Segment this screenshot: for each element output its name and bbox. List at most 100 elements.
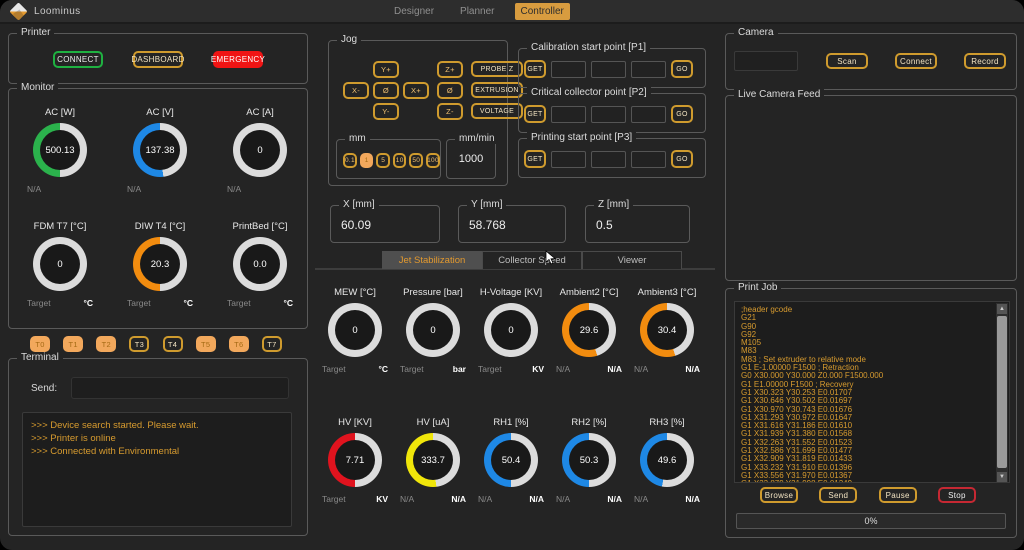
p2-go-button[interactable]: GO <box>671 105 693 123</box>
jog-x-plus-button[interactable]: X+ <box>403 82 429 99</box>
tab-viewer[interactable]: Viewer <box>582 251 682 269</box>
gauge-label: RH2 [%] <box>571 417 606 428</box>
camera-scan-button[interactable]: Scan <box>826 53 868 69</box>
gauge-value: 29.6 <box>569 310 609 350</box>
emergency-button[interactable]: EMERGENCY <box>213 51 263 68</box>
camera-buttons: Scan Connect Record <box>826 53 1006 69</box>
jog-step-title: mm <box>345 133 370 144</box>
app-title: Loominus <box>34 6 81 17</box>
gcode-scrollbar[interactable]: ▲ ▼ <box>996 303 1008 483</box>
stop-button[interactable]: Stop <box>938 487 976 503</box>
tool-t5-button[interactable]: T5 <box>196 336 216 352</box>
gauge-label: HV [uA] <box>417 417 450 428</box>
tool-t3-button[interactable]: T3 <box>129 336 149 352</box>
monitor-panel-title: Monitor <box>17 82 58 93</box>
p3-go-button[interactable]: GO <box>671 150 693 168</box>
gauge-value: 50.4 <box>491 440 531 480</box>
calibration-p3-title: Printing start point [P3] <box>527 132 636 143</box>
browse-button[interactable]: Browse <box>760 487 798 503</box>
terminal-panel: Terminal Send: >>> Device search started… <box>8 358 308 536</box>
tab-collector-speed[interactable]: Collector Speed <box>482 251 582 269</box>
scrollbar-down-arrow-icon[interactable]: ▼ <box>997 472 1007 482</box>
p2-get-button[interactable]: GET <box>524 105 546 123</box>
gauge-label: DIW T4 [°C] <box>135 221 186 232</box>
terminal-send-input[interactable] <box>71 377 289 399</box>
step-100-button[interactable]: 100 <box>426 153 440 168</box>
p2-y-field[interactable] <box>591 106 626 123</box>
tool-t4-button[interactable]: T4 <box>163 336 183 352</box>
jog-y-minus-button[interactable]: Y- <box>373 103 399 120</box>
tool-t1-button[interactable]: T1 <box>63 336 83 352</box>
voltage-button[interactable]: VOLTAGE <box>471 103 523 119</box>
step-0-1-button[interactable]: 0.1 <box>343 153 357 168</box>
p1-get-button[interactable]: GET <box>524 60 546 78</box>
gauge-value: 20.3 <box>140 244 180 284</box>
scrollbar-thumb[interactable] <box>997 316 1007 468</box>
nav-item-planner[interactable]: Planner <box>454 3 500 20</box>
camera-connect-button[interactable]: Connect <box>895 53 937 69</box>
tool-t6-button[interactable]: T6 <box>229 336 249 352</box>
app-logo-icon <box>9 2 27 20</box>
jog-y-plus-button[interactable]: Y+ <box>373 61 399 78</box>
p1-z-field[interactable] <box>631 61 666 78</box>
nav-item-controller[interactable]: Controller <box>515 3 570 20</box>
monitor-panel: Monitor AC [W]500.13N/AAC [V]137.38N/AAC… <box>8 88 308 329</box>
gauge-mew-c: MEW [°C]0Target°C <box>322 287 388 374</box>
gauge-ring: 0 <box>406 303 460 357</box>
step-1-button[interactable]: 1 <box>360 153 374 168</box>
scrollbar-up-arrow-icon[interactable]: ▲ <box>997 304 1007 314</box>
camera-record-button[interactable]: Record <box>964 53 1006 69</box>
tab-jet-stabilization[interactable]: Jet Stabilization <box>382 251 482 269</box>
jog-z-plus-button[interactable]: Z+ <box>437 61 463 78</box>
y-position-label: Y [mm] <box>467 199 506 210</box>
gauge-sub-right: °C <box>378 364 388 374</box>
gauge-hv-kv: HV [KV]7.71TargetKV <box>322 417 388 504</box>
gauge-sub-right: N/A <box>607 494 622 504</box>
gauge-ring: 0 <box>484 303 538 357</box>
connect-button[interactable]: CONNECT <box>53 51 103 68</box>
nav-item-designer[interactable]: Designer <box>388 3 440 20</box>
step-10-button[interactable]: 10 <box>393 153 407 168</box>
gauge-sub-left: N/A <box>634 364 648 374</box>
send-button[interactable]: Send <box>819 487 857 503</box>
p1-x-field[interactable] <box>551 61 586 78</box>
extrusion-button[interactable]: EXTRUSION <box>471 82 523 98</box>
gcode-line: M105 <box>741 339 1003 347</box>
p3-get-button[interactable]: GET <box>524 150 546 168</box>
p1-y-field[interactable] <box>591 61 626 78</box>
tool-t7-button[interactable]: T7 <box>262 336 282 352</box>
tool-t2-button[interactable]: T2 <box>96 336 116 352</box>
send-row: Send: <box>31 377 289 399</box>
jog-step-options: 0.1151050100 <box>337 140 440 168</box>
p3-z-field[interactable] <box>631 151 666 168</box>
step-50-button[interactable]: 50 <box>409 153 423 168</box>
p2-x-field[interactable] <box>551 106 586 123</box>
gauge-sub-left: Target <box>478 364 502 374</box>
gcode-line: ;header gcode <box>741 306 1003 314</box>
jog-z-minus-button[interactable]: Z- <box>437 103 463 120</box>
p1-go-button[interactable]: GO <box>671 60 693 78</box>
gauge-ambient3-c: Ambient3 [°C]30.4N/AN/A <box>634 287 700 374</box>
step-5-button[interactable]: 5 <box>376 153 390 168</box>
gauge-ac-a: AC [A]0N/A <box>227 107 293 194</box>
pause-button[interactable]: Pause <box>879 487 917 503</box>
jog-z-home-button[interactable]: Ø <box>437 82 463 99</box>
gauge-sub-left: Target <box>227 298 251 308</box>
gauge-sub-labels: N/AN/A <box>478 494 544 504</box>
p3-x-field[interactable] <box>551 151 586 168</box>
gcode-list[interactable]: ;header gcodeG21G90G92M105M83M83 ; Set e… <box>734 301 1010 483</box>
gauge-sub-left: Target <box>322 364 346 374</box>
gauge-sub-labels: N/AN/A <box>634 364 700 374</box>
tool-t0-button[interactable]: T0 <box>30 336 50 352</box>
main-nav: Designer Planner Controller <box>388 3 570 20</box>
gauge-label: MEW [°C] <box>334 287 376 298</box>
jog-xy-home-button[interactable]: Ø <box>373 82 399 99</box>
gauge-sub-right: KV <box>532 364 544 374</box>
p3-y-field[interactable] <box>591 151 626 168</box>
probe-z-button[interactable]: PROBE Z <box>471 61 523 77</box>
dashboard-button[interactable]: DASHBOARD <box>133 51 183 68</box>
camera-device-select[interactable] <box>734 51 798 71</box>
gauge-ring: 20.3 <box>133 237 187 291</box>
jog-x-minus-button[interactable]: X- <box>343 82 369 99</box>
p2-z-field[interactable] <box>631 106 666 123</box>
